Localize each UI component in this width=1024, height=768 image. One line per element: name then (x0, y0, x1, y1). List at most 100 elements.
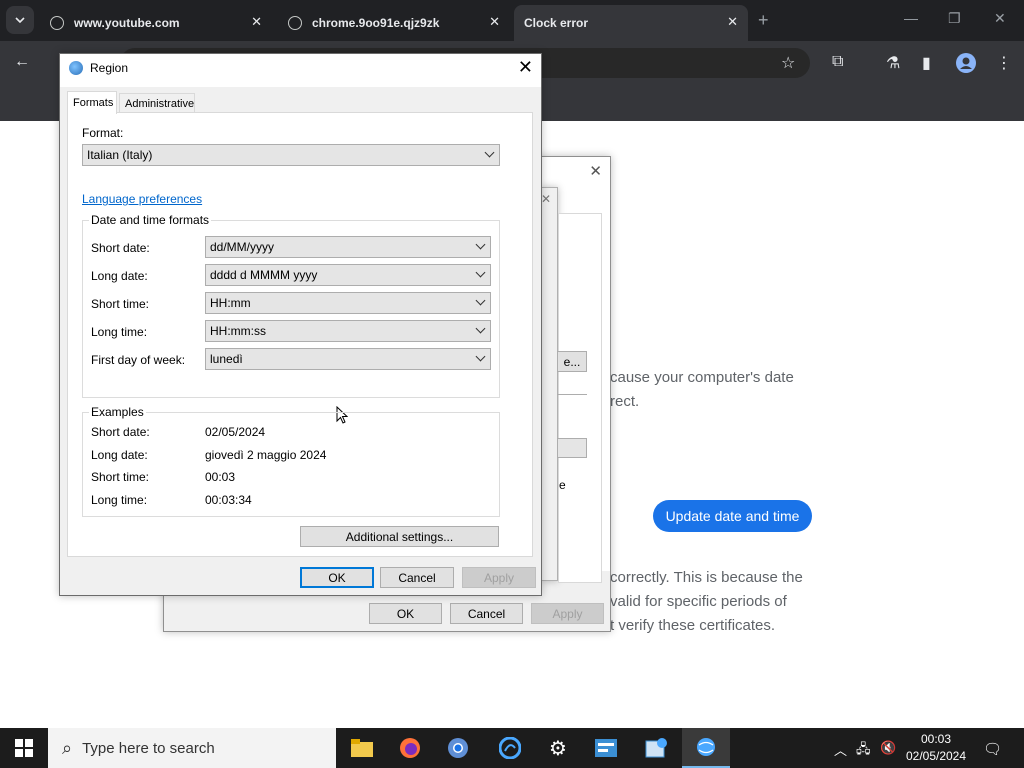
cancel-button[interactable]: Cancel (450, 603, 523, 624)
control-panel-icon[interactable] (582, 728, 630, 768)
start-button[interactable] (0, 728, 48, 768)
short-time-label: Short time: (91, 297, 150, 311)
chevron-down-icon (475, 239, 486, 250)
cancel-button[interactable]: Cancel (380, 567, 454, 588)
examples-group: Examples Short date: 02/05/2024 Long dat… (82, 405, 500, 517)
clock-time: 00:03 (920, 732, 952, 746)
example-long-date-value: giovedì 2 maggio 2024 (205, 448, 327, 462)
minimize-icon[interactable]: — (904, 10, 918, 26)
file-explorer-icon[interactable] (338, 728, 386, 768)
search-placeholder: Type here to search (82, 739, 215, 757)
short-time-select[interactable]: HH:mm (205, 292, 491, 314)
select-value: lunedì (210, 352, 243, 366)
new-tab-button[interactable]: + (758, 10, 769, 31)
side-panel-icon[interactable]: ▮ (922, 53, 931, 73)
formats-panel: Format: Italian (Italy) Language prefere… (67, 112, 533, 557)
tab-search-button[interactable] (6, 6, 34, 34)
example-short-date-label: Short date: (91, 425, 150, 439)
tab-administrative[interactable]: Administrative (119, 93, 195, 113)
ok-button[interactable]: OK (300, 567, 374, 588)
tab-close-icon[interactable]: ✕ (727, 14, 738, 30)
system-clock[interactable]: 00:03 02/05/2024 (900, 731, 972, 765)
tab-formats[interactable]: Formats (67, 91, 117, 114)
settings-gear-icon[interactable]: ⚙ (534, 728, 582, 768)
long-time-select[interactable]: HH:mm:ss (205, 320, 491, 342)
taskbar-search-box[interactable]: ⌕ Type here to search (48, 728, 336, 768)
tab-title: www.youtube.com (74, 16, 180, 30)
group-title: Date and time formats (89, 213, 212, 227)
apply-button[interactable]: Apply (531, 603, 604, 624)
dialog-body: Formats Administrative Format: Italian (… (60, 87, 541, 595)
chrome-icon[interactable] (434, 728, 482, 768)
chevron-down-icon (475, 351, 486, 362)
profile-avatar-icon[interactable] (956, 53, 976, 78)
edge-browser-icon[interactable] (486, 728, 534, 768)
partial-field[interactable] (557, 438, 587, 458)
text-line: cause your computer's date (610, 369, 794, 386)
extensions-icon[interactable]: ⧉ (832, 53, 843, 71)
select-value: dd/MM/yyyy (210, 240, 275, 254)
chevron-down-icon (475, 267, 486, 278)
search-icon: ⌕ (62, 737, 73, 758)
short-date-select[interactable]: dd/MM/yyyy (205, 236, 491, 258)
back-tab-panel: e... e (557, 213, 602, 583)
dialog-close-icon[interactable]: ✕ (589, 162, 602, 180)
more-menu-icon[interactable]: ⋮ (996, 53, 1012, 73)
dialog-title: Region (90, 61, 129, 75)
additional-settings-button[interactable]: Additional settings... (300, 526, 499, 547)
back-arrow-icon[interactable]: ← (14, 53, 30, 71)
select-value: dddd d MMMM yyyy (210, 268, 318, 282)
dialog-close-icon[interactable]: ✕ (518, 57, 533, 78)
tab-close-icon[interactable]: ✕ (251, 14, 262, 30)
tab-title: chrome.9oo91e.qjz9zk (312, 16, 440, 30)
tab-title: Clock error (524, 16, 589, 30)
format-select[interactable]: Italian (Italy) (82, 144, 500, 166)
apply-button[interactable]: Apply (462, 567, 536, 588)
short-date-label: Short date: (91, 241, 150, 255)
tab-clock-error[interactable]: Clock error ✕ (514, 5, 748, 41)
clock-date: 02/05/2024 (905, 749, 967, 763)
window-close-icon[interactable]: ✕ (994, 10, 1006, 27)
firefox-icon[interactable] (386, 728, 434, 768)
group-title: Examples (89, 405, 146, 419)
date-time-settings-icon[interactable] (632, 728, 680, 768)
restore-icon[interactable]: ❐ (948, 10, 961, 27)
language-preferences-link[interactable]: Language preferences (82, 192, 202, 206)
change-settings-button[interactable]: e... (557, 351, 587, 372)
internet-time-dialog: ✕ (540, 187, 558, 581)
long-time-label: Long time: (91, 325, 148, 339)
show-hidden-icons-chevron-icon[interactable]: ︿ (834, 740, 847, 759)
text-line: correctly. This is because the (610, 569, 803, 586)
globe-icon (50, 16, 64, 30)
error-paragraph-2: correctly. This is because the valid for… (610, 566, 803, 638)
long-date-select[interactable]: dddd d MMMM yyyy (205, 264, 491, 286)
chevron-down-icon (475, 295, 486, 306)
first-day-select[interactable]: lunedì (205, 348, 491, 370)
dialog-close-icon[interactable]: ✕ (541, 192, 551, 206)
labs-flask-icon[interactable]: ⚗ (886, 53, 900, 73)
example-long-time-value: 00:03:34 (205, 493, 252, 507)
notifications-icon[interactable]: 🗨 (983, 740, 1002, 758)
divider (557, 394, 587, 395)
text-line: valid for specific periods of (610, 593, 787, 610)
example-short-time-value: 00:03 (205, 470, 236, 484)
example-short-date-value: 02/05/2024 (205, 425, 266, 439)
chevron-down-icon (475, 323, 486, 334)
date-time-formats-group: Date and time formats Short date: dd/MM/… (82, 213, 500, 398)
network-icon[interactable]: 🖧 (856, 740, 871, 762)
region-globe-taskbar-icon[interactable] (682, 728, 730, 768)
example-long-date-label: Long date: (91, 448, 148, 462)
tab-chrome[interactable]: chrome.9oo91e.qjz9zk ✕ (278, 5, 510, 41)
tab-close-icon[interactable]: ✕ (489, 14, 500, 30)
ok-button[interactable]: OK (369, 603, 442, 624)
volume-muted-icon[interactable]: 🔇 (880, 740, 896, 756)
long-date-label: Long date: (91, 269, 148, 283)
format-label: Format: (82, 126, 124, 140)
text-line: t verify these certificates. (610, 617, 776, 634)
browser-tabstrip: www.youtube.com ✕ chrome.9oo91e.qjz9zk ✕… (0, 0, 1024, 41)
update-date-time-button[interactable]: Update date and time (653, 500, 812, 532)
star-icon[interactable]: ☆ (781, 53, 795, 73)
tab-youtube[interactable]: www.youtube.com ✕ (40, 5, 272, 41)
windows-logo-icon (15, 739, 33, 757)
example-long-time-label: Long time: (91, 493, 148, 507)
